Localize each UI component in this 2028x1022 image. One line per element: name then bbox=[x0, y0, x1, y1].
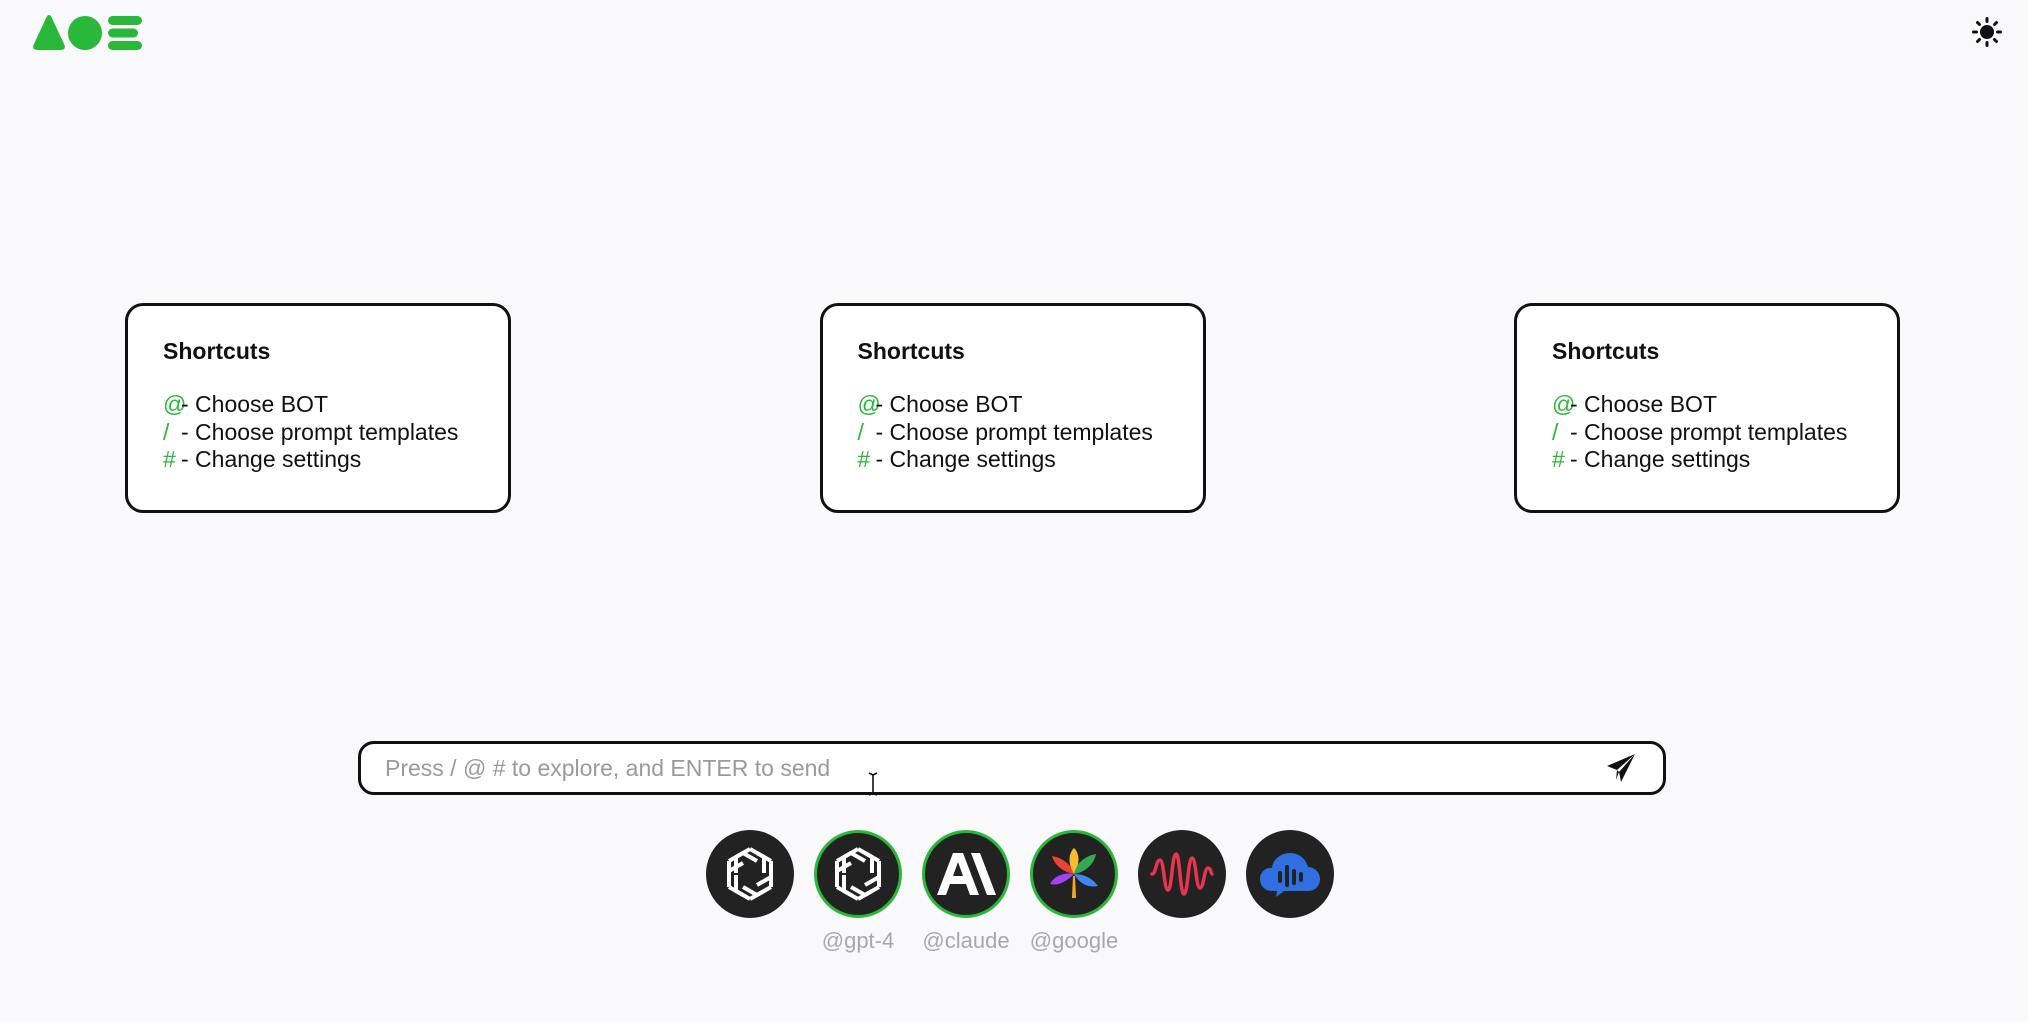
shortcut-settings: # - Change settings bbox=[163, 446, 473, 474]
shortcuts-card: Shortcuts @- Choose BOT / - Choose prompt… bbox=[125, 303, 511, 513]
send-icon bbox=[1607, 754, 1635, 782]
shortcut-description: - Choose prompt templates bbox=[181, 418, 459, 445]
text-cursor-icon bbox=[868, 772, 878, 796]
shortcut-templates: / - Choose prompt templates bbox=[163, 419, 473, 447]
shortcut-bot: @- Choose BOT bbox=[858, 391, 1168, 419]
bot-soundwave[interactable] bbox=[1137, 830, 1227, 928]
aoe-logo-icon bbox=[29, 14, 142, 52]
shortcuts-card: Shortcuts @- Choose BOT / - Choose prompt… bbox=[1514, 303, 1900, 513]
theme-toggle-button[interactable] bbox=[1969, 14, 2005, 50]
soundwave-icon bbox=[1150, 852, 1214, 896]
google-bard-icon bbox=[1050, 848, 1098, 898]
bot-cloud-voice[interactable] bbox=[1245, 830, 1335, 928]
shortcut-description: - Change settings bbox=[875, 446, 1056, 472]
card-title: Shortcuts bbox=[163, 338, 271, 364]
bot-avatar bbox=[1030, 830, 1118, 918]
shortcut-settings: # - Change settings bbox=[1552, 446, 1862, 474]
bot-google[interactable]: @google bbox=[1029, 830, 1119, 954]
shortcut-key: / bbox=[1552, 418, 1559, 445]
shortcut-key: @ bbox=[1552, 391, 1576, 417]
bot-label: @claude bbox=[922, 928, 1010, 953]
shortcut-description: - Choose prompt templates bbox=[1570, 418, 1848, 445]
shortcut-cards: Shortcuts @- Choose BOT / - Choose prompt… bbox=[125, 303, 1900, 513]
shortcut-templates: / - Choose prompt templates bbox=[1552, 419, 1862, 447]
shortcuts-card: Shortcuts @- Choose BOT / - Choose prompt… bbox=[819, 303, 1206, 513]
shortcut-settings: # - Change settings bbox=[858, 446, 1168, 474]
shortcut-templates: / - Choose prompt templates bbox=[858, 419, 1168, 447]
bot-claude[interactable]: @claude bbox=[921, 830, 1011, 954]
cloud-voice-icon bbox=[1260, 853, 1320, 897]
card-title: Shortcuts bbox=[1552, 338, 1660, 364]
shortcut-key: # bbox=[163, 446, 176, 472]
shortcut-key: @ bbox=[163, 391, 187, 417]
anthropic-icon bbox=[937, 853, 996, 895]
shortcut-description: - Choose BOT bbox=[875, 391, 1023, 417]
bot-avatar bbox=[922, 830, 1010, 918]
shortcut-description: - Change settings bbox=[1570, 446, 1751, 472]
bot-avatar bbox=[814, 830, 902, 918]
bot-avatar bbox=[1246, 830, 1334, 918]
openai-icon bbox=[727, 847, 773, 901]
composer bbox=[358, 741, 1666, 795]
shortcut-key: # bbox=[857, 446, 871, 472]
shortcut-key: / bbox=[163, 418, 170, 445]
bot-avatar bbox=[1138, 830, 1226, 918]
bot-selector: @gpt-4 @claude @google bbox=[705, 830, 1335, 960]
bot-avatar bbox=[706, 830, 794, 918]
shortcut-description: - Change settings bbox=[181, 446, 362, 472]
shortcut-description: - Choose BOT bbox=[1570, 391, 1717, 417]
shortcut-description: - Choose prompt templates bbox=[875, 418, 1153, 445]
send-button[interactable] bbox=[1603, 750, 1639, 786]
sun-icon bbox=[1972, 17, 2002, 47]
shortcut-key: # bbox=[1552, 446, 1565, 472]
shortcut-key: / bbox=[857, 418, 864, 445]
shortcut-description: - Choose BOT bbox=[181, 391, 328, 417]
bot-gpt-4[interactable]: @gpt-4 bbox=[813, 830, 903, 954]
message-input[interactable] bbox=[385, 754, 1603, 782]
bot-label: @gpt-4 bbox=[821, 928, 895, 953]
shortcut-key: @ bbox=[857, 391, 881, 417]
shortcut-bot: @- Choose BOT bbox=[163, 391, 473, 419]
card-title: Shortcuts bbox=[857, 338, 965, 364]
bot-label: @google bbox=[1029, 928, 1119, 953]
shortcut-bot: @- Choose BOT bbox=[1552, 391, 1862, 419]
bot-chatgpt[interactable] bbox=[705, 830, 795, 928]
openai-icon bbox=[835, 847, 881, 901]
